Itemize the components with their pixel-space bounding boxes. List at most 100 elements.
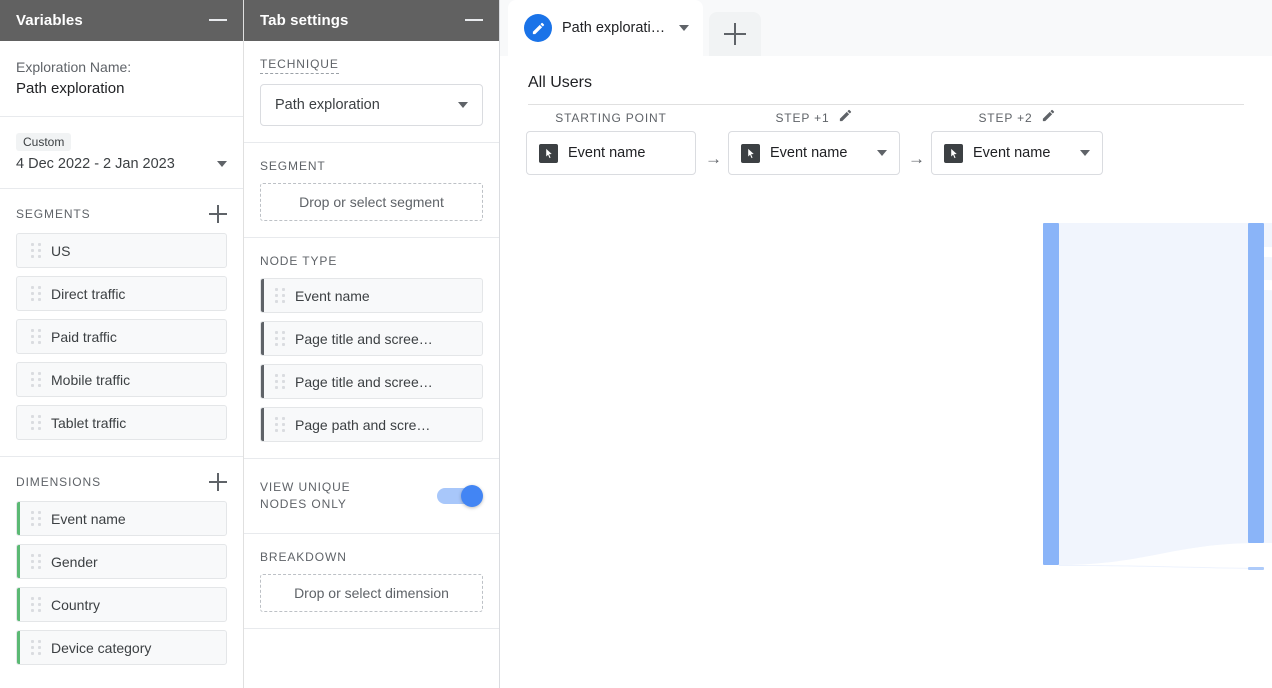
technique-title: TECHNIQUE [260,57,339,74]
tab-path-exploration[interactable]: Path explorati… [508,0,704,56]
segment-dropzone[interactable]: Drop or select segment [260,183,483,221]
segment-label: Paid traffic [51,328,117,345]
date-range-row[interactable]: 4 Dec 2022 - 2 Jan 2023 [16,156,227,172]
drag-handle-icon[interactable] [29,415,43,431]
new-tab-button[interactable] [709,12,762,56]
drag-handle-icon[interactable] [273,288,287,304]
step-header-step-1: STEP +1 [728,105,900,131]
dimension-item-device-category[interactable]: Device category [16,630,227,665]
drag-handle-icon[interactable] [29,372,43,388]
technique-value: Path exploration [275,97,380,113]
technique-section: TECHNIQUE Path exploration [244,41,499,143]
view-unique-nodes-toggle[interactable] [437,485,483,507]
cursor-icon [741,143,760,163]
segment-label: Tablet traffic [51,414,127,431]
exploration-name-label: Exploration Name: [16,59,132,75]
date-range-chip: Custom [16,133,72,151]
drag-handle-icon[interactable] [29,511,43,527]
item-accent [17,588,20,621]
technique-select[interactable]: Path exploration [260,84,483,126]
main-canvas: Path explorati… All Users STARTING POINT [500,0,1272,688]
dimension-item-event-name[interactable]: Event name [16,501,227,536]
item-accent [17,502,20,535]
flow-arrow-1: → [705,149,722,168]
drag-handle-icon[interactable] [29,554,43,570]
segment-item-mobile-traffic[interactable]: Mobile traffic [16,362,227,397]
step-1-select[interactable]: Event name [728,131,900,175]
technique-header: TECHNIQUE [260,57,483,74]
drag-handle-icon[interactable] [273,331,287,347]
step-header-starting-point: STARTING POINT [526,105,696,131]
sankey-node-page_view[interactable] [1248,223,1264,543]
segment-label: US [51,242,71,259]
edit-step-2-icon[interactable] [1041,108,1056,128]
date-range-section[interactable]: Custom 4 Dec 2022 - 2 Jan 2023 [0,117,243,189]
node-type-section: NODE TYPE Event name Page title and scre… [244,238,499,459]
step-column-starting-point: STARTING POINT Event name [526,105,696,175]
drag-handle-icon[interactable] [29,243,43,259]
item-accent [261,365,264,398]
sankey-chart: session_start 318 page_view 297 +1 More … [1035,215,1272,685]
sankey-node-session_start[interactable] [1043,223,1059,565]
sankey-link-session_start-more[interactable] [1059,565,1259,569]
node-type-label: Page title and scree… [295,330,433,347]
add-segment-icon[interactable] [209,205,227,223]
segment-item-direct-traffic[interactable]: Direct traffic [16,276,227,311]
tab-title: Path explorati… [562,20,666,36]
drag-handle-icon[interactable] [29,329,43,345]
variables-panel-header: Variables [0,0,243,41]
step-header-label: STEP +1 [775,111,830,125]
drag-handle-icon[interactable] [29,640,43,656]
segments-header: SEGMENTS [16,205,227,223]
dimension-item-gender[interactable]: Gender [16,544,227,579]
dimension-item-country[interactable]: Country [16,587,227,622]
variables-collapse-button[interactable] [199,13,227,29]
sankey-node-step1-more[interactable] [1248,567,1264,570]
chevron-down-icon[interactable] [679,25,690,31]
tab-settings-panel-title: Tab settings [260,12,349,29]
edit-step-1-icon[interactable] [838,108,853,128]
dimensions-header: DIMENSIONS [16,473,227,491]
step-1-value: Event name [770,145,848,161]
sankey-link-session_start-page_view[interactable] [1059,223,1259,565]
chevron-down-icon[interactable] [217,161,227,167]
item-accent [261,408,264,441]
steps-controls-row: STARTING POINT Event name → STEP +1 Even… [500,105,1272,191]
segment-label: Direct traffic [51,285,126,302]
segment-section: SEGMENT Drop or select segment [244,143,499,238]
drag-handle-icon[interactable] [273,417,287,433]
node-type-header: NODE TYPE [260,254,483,268]
segment-title: SEGMENT [260,159,326,173]
node-type-item-page-path[interactable]: Page path and scre… [260,407,483,442]
drag-handle-icon[interactable] [29,286,43,302]
segment-item-tablet-traffic[interactable]: Tablet traffic [16,405,227,440]
drag-handle-icon[interactable] [273,374,287,390]
item-accent [261,279,264,312]
chevron-down-icon[interactable] [1080,150,1090,156]
item-accent [17,406,20,439]
view-unique-nodes-row: VIEW UNIQUE NODES ONLY [260,479,483,513]
step-column-step-2: STEP +2 Event name [931,105,1103,175]
exploration-name-value[interactable]: Path exploration [16,78,227,100]
node-type-item-event-name[interactable]: Event name [260,278,483,313]
starting-point-select[interactable]: Event name [526,131,696,175]
audience-bar: All Users [500,56,1272,105]
tab-settings-panel: Tab settings TECHNIQUE Path exploration … [244,0,500,688]
segment-item-paid-traffic[interactable]: Paid traffic [16,319,227,354]
drag-handle-icon[interactable] [29,597,43,613]
cursor-icon [944,143,963,163]
node-type-item-page-title-2[interactable]: Page title and scree… [260,364,483,399]
breakdown-header: BREAKDOWN [260,550,483,564]
step-2-select[interactable]: Event name [931,131,1103,175]
dimensions-section: DIMENSIONS Event name Gender Country Dev… [0,457,243,688]
chevron-down-icon[interactable] [877,150,887,156]
item-accent [17,277,20,310]
breakdown-title: BREAKDOWN [260,550,347,564]
breakdown-dropzone[interactable]: Drop or select dimension [260,574,483,612]
segment-item-us[interactable]: US [16,233,227,268]
variables-panel: Variables Exploration Name: Path explora… [0,0,244,688]
node-type-item-page-title-1[interactable]: Page title and scree… [260,321,483,356]
add-dimension-icon[interactable] [209,473,227,491]
tab-settings-collapse-button[interactable] [455,13,483,29]
sankey-link-page_view-more[interactable] [1264,290,1272,543]
